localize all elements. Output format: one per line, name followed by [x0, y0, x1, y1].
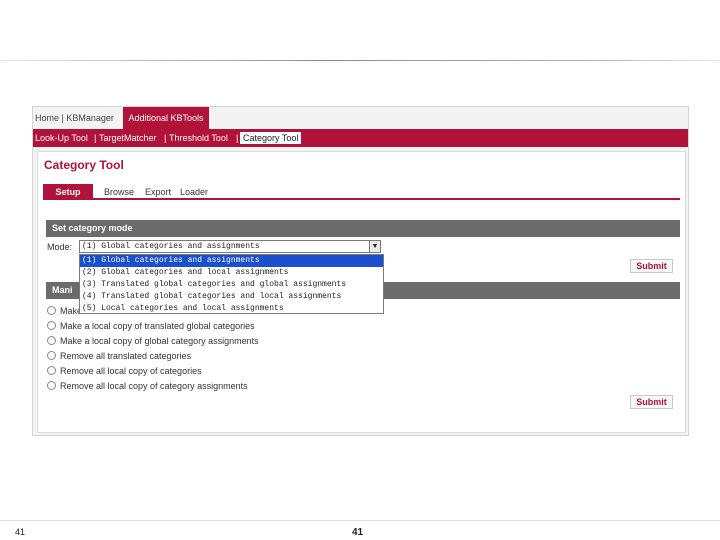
page-number-center: 41 — [352, 527, 364, 538]
manage-option[interactable]: Remove all translated categories — [47, 350, 191, 362]
subnav-separator: | — [94, 133, 97, 143]
mode-dropdown-list: (1) Global categories and assignments (2… — [79, 254, 384, 314]
subnav-separator: | — [164, 133, 167, 143]
radio-button[interactable] — [47, 366, 56, 375]
manage-option-label: Remove all translated categories — [60, 351, 192, 361]
radio-button[interactable] — [47, 336, 56, 345]
top-navigation: Home | KBManager Additional KBTools — [33, 107, 688, 129]
set-category-mode-header: Set category mode — [46, 220, 680, 237]
manage-option[interactable]: Remove all local copy of category assign… — [47, 380, 248, 392]
radio-button[interactable] — [47, 321, 56, 330]
mode-option[interactable]: (4) Translated global categories and loc… — [80, 291, 383, 303]
page-title: Category Tool — [44, 158, 124, 172]
manage-option-label: Remove all local copy of category assign… — [60, 381, 248, 391]
manage-option-label: Make a local copy of translated global c… — [60, 321, 255, 331]
manage-option[interactable]: Make a local copy of global category ass… — [47, 335, 259, 347]
subnav-targetmatcher[interactable]: TargetMatcher — [99, 132, 157, 144]
mode-label: Mode: — [47, 242, 73, 252]
manage-option-label: Make a local copy of global category ass… — [60, 336, 259, 346]
radio-button[interactable] — [47, 306, 56, 315]
category-tool-panel: Category Tool Setup Browse Export Loader… — [37, 151, 686, 433]
mode-submit-button[interactable]: Submit — [630, 259, 673, 273]
manage-option[interactable]: Remove all local copy of categories — [47, 365, 202, 377]
sub-navigation: Look-Up Tool | TargetMatcher | Threshold… — [33, 129, 688, 147]
tab-loader[interactable]: Loader — [180, 185, 208, 200]
slide-divider-line — [0, 60, 720, 61]
tab-export[interactable]: Export — [145, 185, 171, 200]
tool-tab-bar: Setup Browse Export Loader — [43, 184, 680, 200]
radio-button[interactable] — [47, 351, 56, 360]
manage-option[interactable]: Make a local copy of translated global c… — [47, 320, 255, 332]
manage-option-label: Remove all local copy of categories — [60, 366, 202, 376]
slide-footer: 41 41 — [0, 520, 720, 540]
chevron-down-icon[interactable]: ▼ — [369, 240, 381, 253]
subnav-lookup-tool[interactable]: Look-Up Tool — [35, 132, 88, 144]
manage-submit-button[interactable]: Submit — [630, 395, 673, 409]
subnav-category-tool[interactable]: Category Tool — [240, 132, 302, 144]
footer-divider — [0, 520, 720, 521]
mode-option[interactable]: (3) Translated global categories and glo… — [80, 279, 383, 291]
mode-option[interactable]: (5) Local categories and local assignmen… — [80, 303, 383, 315]
tab-setup[interactable]: Setup — [43, 184, 93, 200]
tab-home-kbmanager[interactable]: Home | KBManager — [35, 107, 114, 129]
mode-option[interactable]: (1) Global categories and assignments — [80, 255, 383, 267]
mode-option[interactable]: (2) Global categories and local assignme… — [80, 267, 383, 279]
tab-additional-kbtools[interactable]: Additional KBTools — [123, 107, 209, 129]
mode-select[interactable]: (1) Global categories and assignments — [79, 240, 371, 253]
tab-browse[interactable]: Browse — [104, 185, 134, 200]
embedded-screenshot: Home | KBManager Additional KBTools Look… — [32, 106, 689, 436]
page-number-left: 41 — [15, 527, 26, 537]
subnav-threshold-tool[interactable]: Threshold Tool — [169, 132, 228, 144]
radio-button[interactable] — [47, 381, 56, 390]
manage-option[interactable]: Make — [47, 305, 82, 317]
subnav-separator: | — [236, 133, 239, 143]
